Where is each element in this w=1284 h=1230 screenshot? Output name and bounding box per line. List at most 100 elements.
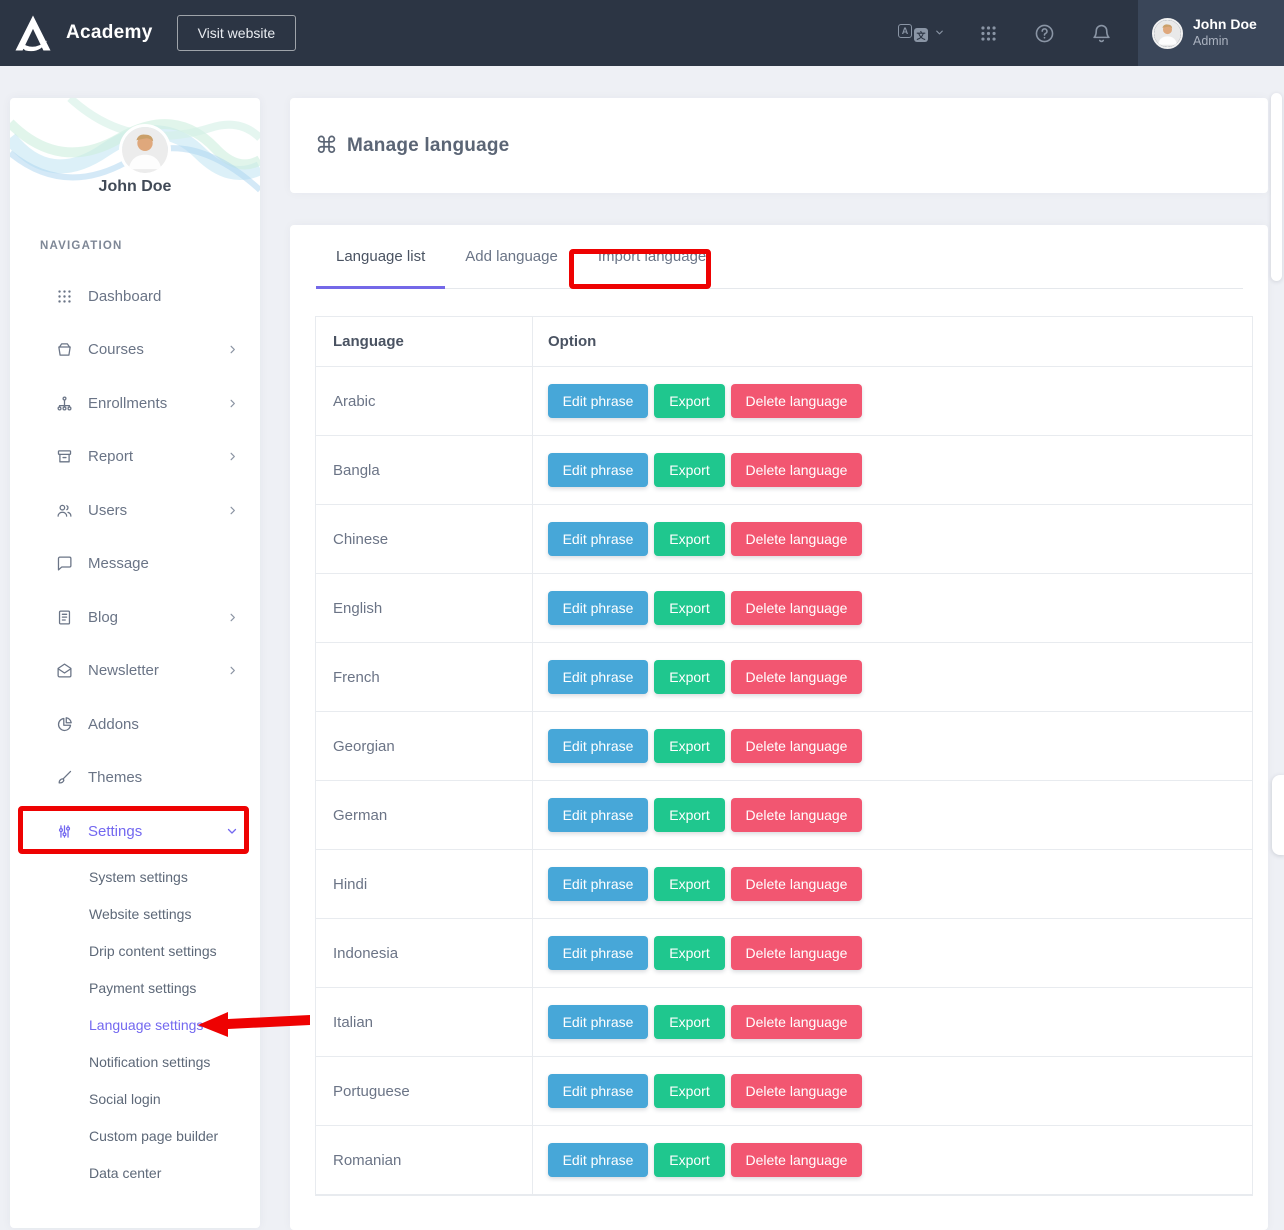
option-cell: Edit phraseExportDelete language [533, 574, 1252, 642]
brand-name: Academy [66, 22, 153, 44]
language-name-cell: Georgian [316, 712, 533, 780]
option-cell: Edit phraseExportDelete language [533, 1057, 1252, 1125]
submenu-item-system-settings[interactable]: System settings [10, 858, 260, 895]
edit-phrase-button[interactable]: Edit phrase [548, 453, 648, 487]
sidebar-item-dashboard[interactable]: Dashboard [10, 276, 260, 316]
sidebar-item-enrollments[interactable]: Enrollments [10, 383, 260, 423]
edit-phrase-button[interactable]: Edit phrase [548, 729, 648, 763]
export-button[interactable]: Export [654, 453, 725, 487]
delete-language-button[interactable]: Delete language [731, 522, 862, 556]
sidebar-item-report[interactable]: Report [10, 437, 260, 477]
sidebar-item-themes[interactable]: Themes [10, 758, 260, 798]
delete-language-button[interactable]: Delete language [731, 1005, 862, 1039]
export-button[interactable]: Export [654, 1074, 725, 1108]
delete-language-button[interactable]: Delete language [731, 1074, 862, 1108]
language-switch-icon[interactable]: A 文 [898, 24, 945, 42]
export-button[interactable]: Export [654, 867, 725, 901]
sidebar-item-courses[interactable]: Courses [10, 330, 260, 370]
delete-language-button[interactable]: Delete language [731, 798, 862, 832]
scrollbar-thumb[interactable] [1271, 93, 1282, 281]
edit-phrase-button[interactable]: Edit phrase [548, 1074, 648, 1108]
page-header-card: ⌘ Manage language [290, 98, 1268, 193]
column-header-language: Language [316, 317, 533, 366]
tab-add-language[interactable]: Add language [445, 225, 578, 289]
submenu-item-drip-content-settings[interactable]: Drip content settings [10, 932, 260, 969]
submenu-item-notification-settings[interactable]: Notification settings [10, 1043, 260, 1080]
table-row: ArabicEdit phraseExportDelete language [316, 367, 1252, 436]
option-cell: Edit phraseExportDelete language [533, 367, 1252, 435]
delete-language-button[interactable]: Delete language [731, 384, 862, 418]
export-button[interactable]: Export [654, 936, 725, 970]
option-cell: Edit phraseExportDelete language [533, 781, 1252, 849]
option-cell: Edit phraseExportDelete language [533, 1126, 1252, 1194]
delete-language-button[interactable]: Delete language [731, 867, 862, 901]
apps-grid-icon[interactable] [979, 24, 998, 43]
user-avatar [1152, 18, 1183, 49]
delete-language-button[interactable]: Delete language [731, 453, 862, 487]
option-cell: Edit phraseExportDelete language [533, 643, 1252, 711]
tab-import-language[interactable]: Import language [578, 225, 726, 289]
export-button[interactable]: Export [654, 1143, 725, 1177]
export-button[interactable]: Export [654, 384, 725, 418]
floating-edge-widget[interactable] [1272, 775, 1284, 855]
help-icon[interactable] [1034, 23, 1055, 44]
submenu-item-custom-page-builder[interactable]: Custom page builder [10, 1117, 260, 1154]
submenu-item-payment-settings[interactable]: Payment settings [10, 969, 260, 1006]
chevron-right-icon [227, 451, 238, 462]
addons-icon [56, 716, 73, 733]
sidebar-item-addons[interactable]: Addons [10, 704, 260, 744]
brand-logo-icon[interactable] [0, 0, 66, 66]
language-b-badge: 文 [914, 28, 928, 42]
submenu-item-social-login[interactable]: Social login [10, 1080, 260, 1117]
edit-phrase-button[interactable]: Edit phrase [548, 591, 648, 625]
export-button[interactable]: Export [654, 522, 725, 556]
edit-phrase-button[interactable]: Edit phrase [548, 798, 648, 832]
sidebar-item-settings[interactable]: Settings [10, 811, 260, 851]
sidebar-item-label: Courses [88, 341, 227, 358]
table-header-row: Language Option [316, 317, 1252, 367]
delete-language-button[interactable]: Delete language [731, 936, 862, 970]
option-cell: Edit phraseExportDelete language [533, 712, 1252, 780]
command-icon: ⌘ [315, 134, 338, 157]
navigation-section-label: NAVIGATION [40, 240, 123, 252]
language-name-cell: Romanian [316, 1126, 533, 1194]
option-cell: Edit phraseExportDelete language [533, 850, 1252, 918]
chevron-down-icon [226, 825, 238, 837]
export-button[interactable]: Export [654, 660, 725, 694]
language-name-cell: Hindi [316, 850, 533, 918]
sidebar-item-label: Message [88, 555, 238, 572]
export-button[interactable]: Export [654, 798, 725, 832]
submenu-item-language-settings[interactable]: Language settings [10, 1006, 260, 1043]
table-row: HindiEdit phraseExportDelete language [316, 850, 1252, 919]
edit-phrase-button[interactable]: Edit phrase [548, 1005, 648, 1039]
edit-phrase-button[interactable]: Edit phrase [548, 867, 648, 901]
bell-icon[interactable] [1091, 22, 1112, 44]
sidebar-item-blog[interactable]: Blog [10, 597, 260, 637]
edit-phrase-button[interactable]: Edit phrase [548, 1143, 648, 1177]
edit-phrase-button[interactable]: Edit phrase [548, 936, 648, 970]
export-button[interactable]: Export [654, 591, 725, 625]
table-row: FrenchEdit phraseExportDelete language [316, 643, 1252, 712]
tab-language-list[interactable]: Language list [316, 225, 445, 289]
delete-language-button[interactable]: Delete language [731, 729, 862, 763]
submenu-item-data-center[interactable]: Data center [10, 1154, 260, 1191]
language-a-badge: A [898, 24, 912, 38]
edit-phrase-button[interactable]: Edit phrase [548, 660, 648, 694]
sidebar-item-message[interactable]: Message [10, 544, 260, 584]
chevron-down-icon [934, 27, 945, 38]
user-menu[interactable]: John Doe Admin [1138, 0, 1284, 66]
visit-website-button[interactable]: Visit website [177, 15, 297, 51]
edit-phrase-button[interactable]: Edit phrase [548, 384, 648, 418]
sidebar-item-label: Report [88, 448, 227, 465]
delete-language-button[interactable]: Delete language [731, 591, 862, 625]
sidebar-item-users[interactable]: Users [10, 490, 260, 530]
sidebar-item-label: Newsletter [88, 662, 227, 679]
submenu-item-website-settings[interactable]: Website settings [10, 895, 260, 932]
delete-language-button[interactable]: Delete language [731, 1143, 862, 1177]
export-button[interactable]: Export [654, 729, 725, 763]
sidebar-item-newsletter[interactable]: Newsletter [10, 651, 260, 691]
delete-language-button[interactable]: Delete language [731, 660, 862, 694]
edit-phrase-button[interactable]: Edit phrase [548, 522, 648, 556]
export-button[interactable]: Export [654, 1005, 725, 1039]
user-role: Admin [1193, 34, 1257, 50]
